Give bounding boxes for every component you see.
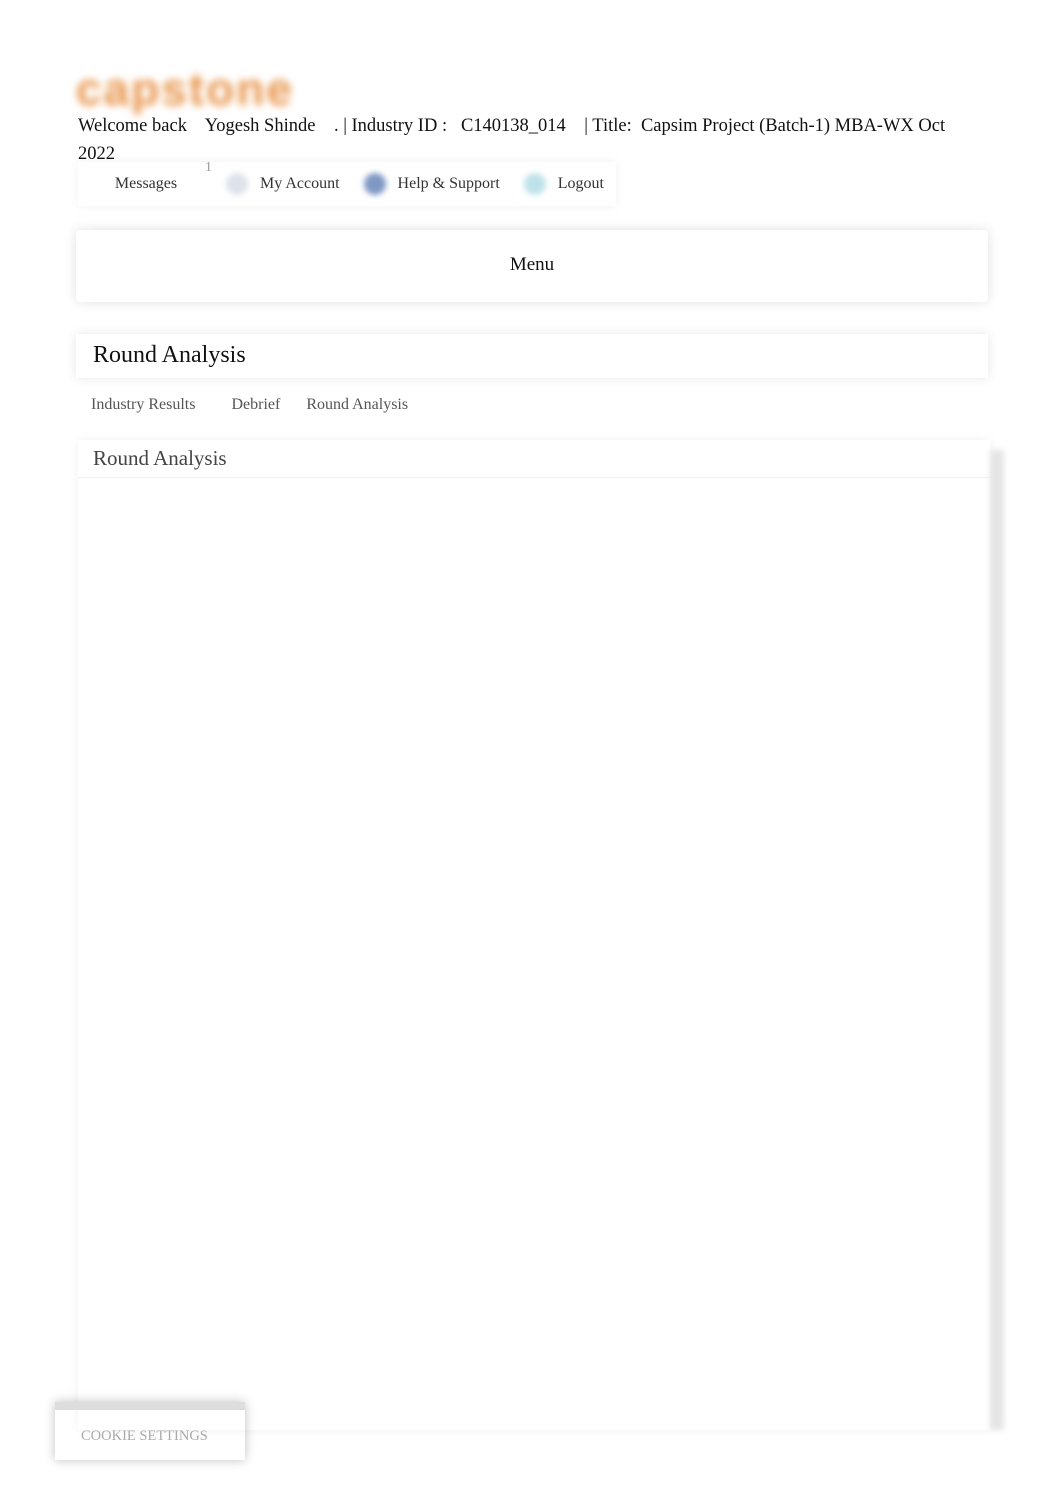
logout-link[interactable]: Logout — [512, 162, 616, 206]
top-nav: Messages 1 My Account Help & Support Log… — [78, 160, 616, 206]
messages-label: Messages — [114, 175, 178, 192]
scrollbar[interactable] — [990, 450, 1004, 1430]
help-support-link[interactable]: Help & Support — [352, 162, 512, 206]
tab-industry-results[interactable]: Industry Results — [91, 396, 195, 414]
messages-link[interactable]: Messages 1 — [78, 160, 214, 206]
logout-icon — [523, 173, 546, 195]
cookie-settings-button[interactable]: COOKIE SETTINGS — [55, 1402, 245, 1460]
tab-round-analysis[interactable]: Round Analysis — [306, 396, 408, 414]
help-label: Help & Support — [397, 175, 500, 192]
my-account-link[interactable]: My Account — [214, 162, 352, 206]
my-account-label: My Account — [260, 175, 340, 192]
cookie-label: COOKIE SETTINGS — [81, 1428, 208, 1444]
tab-debrief[interactable]: Debrief — [231, 396, 280, 414]
content-title: Round Analysis — [78, 440, 990, 478]
content-panel: Round Analysis — [78, 440, 1004, 1430]
page-header: Round Analysis — [76, 334, 988, 378]
help-icon — [363, 173, 386, 195]
capstone-logo[interactable]: capstone — [76, 62, 366, 115]
logout-label: Logout — [557, 175, 604, 192]
menu-toggle[interactable]: Menu — [76, 230, 988, 302]
user-icon — [226, 173, 248, 195]
page-title: Round Analysis — [93, 342, 246, 368]
menu-label: Menu — [509, 254, 555, 275]
tabs: Industry Results Debrief Round Analysis — [91, 396, 408, 414]
messages-badge: 1 — [205, 160, 212, 175]
